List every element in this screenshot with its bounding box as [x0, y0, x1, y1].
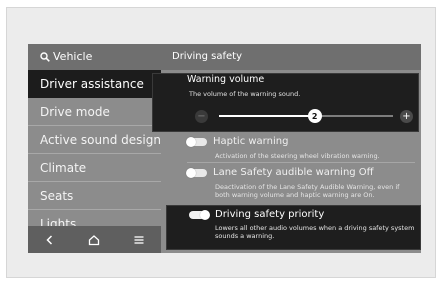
- warning-volume-title: Warning volume: [187, 74, 265, 85]
- lane-safety-toggle[interactable]: [186, 168, 207, 178]
- menu-button[interactable]: [124, 229, 154, 251]
- back-button[interactable]: [35, 229, 65, 251]
- sidebar-item-drive-mode[interactable]: Drive mode: [28, 98, 161, 126]
- option-title-row: Haptic warning: [186, 136, 415, 148]
- sidebar-item-active-sound-design[interactable]: Active sound design: [28, 126, 161, 154]
- option-haptic-warning[interactable]: Haptic warning Activation of the steerin…: [186, 136, 415, 160]
- option-title-row: Lane Safety audible warning Off: [186, 167, 415, 179]
- option-lane-safety-audible-warning[interactable]: Lane Safety audible warning Off Deactiva…: [186, 167, 415, 199]
- volume-slider-track[interactable]: [219, 115, 393, 117]
- sidebar-item-climate[interactable]: Climate: [28, 154, 161, 182]
- sidebar-item-label: Driver assistance: [40, 77, 144, 91]
- option-description: Lowers all other audio volumes when a dr…: [215, 224, 415, 240]
- plus-icon: +: [402, 110, 411, 122]
- chevron-left-icon: [46, 234, 53, 245]
- sidebar-item-label: Seats: [40, 189, 74, 203]
- home-button[interactable]: [79, 229, 109, 251]
- option-description: Deactivation of the Lane Safety Audible …: [215, 183, 400, 199]
- option-title: Lane Safety audible warning Off: [213, 167, 374, 178]
- option-title: Haptic warning: [213, 136, 289, 147]
- toggle-knob: [186, 137, 196, 147]
- driving-safety-priority-toggle[interactable]: [189, 209, 210, 220]
- volume-slider-thumb[interactable]: 2: [307, 109, 322, 123]
- sidebar-item-label: Climate: [40, 161, 87, 175]
- top-bar: Vehicle Driving safety: [28, 44, 421, 70]
- option-title: Driving safety priority: [215, 209, 325, 220]
- sidebar-item-label: Active sound design: [40, 133, 161, 147]
- toggle-knob: [200, 209, 210, 220]
- menu-icon: [134, 235, 144, 244]
- warning-volume-panel: Warning volume The volume of the warning…: [152, 73, 419, 132]
- bottom-nav: [28, 226, 161, 253]
- section-title: Driving safety: [172, 51, 242, 62]
- option-title-row: Driving safety priority: [189, 209, 324, 220]
- warning-volume-description: The volume of the warning sound.: [189, 90, 301, 98]
- volume-slider-fill: [219, 115, 315, 117]
- volume-decrease-button[interactable]: −: [195, 110, 208, 123]
- option-description: Activation of the steering wheel vibrati…: [215, 152, 380, 160]
- search-label: Vehicle: [53, 50, 93, 63]
- option-driving-safety-priority[interactable]: Driving safety priority Lowers all other…: [166, 205, 421, 250]
- toggle-knob: [186, 168, 196, 178]
- sidebar-item-driver-assistance[interactable]: Driver assistance: [28, 70, 161, 98]
- search-button[interactable]: Vehicle: [40, 50, 92, 64]
- sidebar-item-seats[interactable]: Seats: [28, 182, 161, 210]
- sidebar-item-label: Drive mode: [40, 105, 110, 119]
- divider: [187, 162, 415, 163]
- volume-increase-button[interactable]: +: [400, 110, 413, 123]
- haptic-warning-toggle[interactable]: [186, 137, 207, 147]
- search-icon: [40, 52, 50, 62]
- home-icon: [89, 234, 100, 245]
- minus-icon: −: [197, 110, 206, 122]
